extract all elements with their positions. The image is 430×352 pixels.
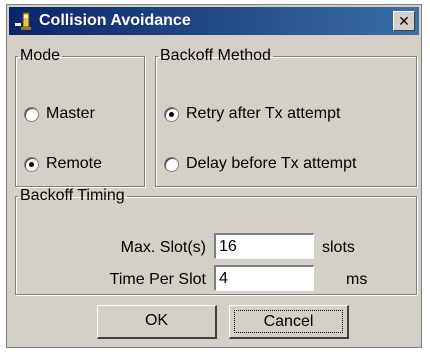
close-icon: ✕	[398, 13, 410, 29]
backoff-timing-legend: Backoff Timing	[20, 187, 125, 204]
retry-option[interactable]: Retry after Tx attempt	[164, 103, 340, 125]
ok-button[interactable]: OK	[97, 305, 217, 339]
collision-avoidance-dialog: Collision Avoidance ✕ Mode Master Remote…	[6, 4, 422, 348]
master-radio[interactable]	[24, 106, 39, 122]
ok-label: OK	[144, 312, 169, 329]
remote-label: Remote	[46, 155, 103, 172]
title-bar[interactable]: Collision Avoidance ✕	[9, 7, 419, 35]
backoff-method-legend: Backoff Method	[160, 47, 271, 64]
mode-master-option[interactable]: Master	[24, 103, 95, 125]
retry-label: Retry after Tx attempt	[186, 105, 341, 122]
close-button[interactable]: ✕	[393, 11, 415, 31]
max-slots-label: Max. Slot(s)	[120, 239, 206, 256]
window-title: Collision Avoidance	[39, 12, 191, 29]
mode-remote-option[interactable]: Remote	[24, 153, 102, 175]
remote-radio[interactable]	[24, 156, 39, 172]
retry-radio[interactable]	[164, 106, 179, 122]
backoff-timing-group: Backoff Timing Max. Slot(s) slots Time P…	[15, 187, 417, 295]
mode-legend: Mode	[20, 47, 61, 64]
max-slots-unit: slots	[322, 239, 355, 256]
delay-radio[interactable]	[164, 156, 179, 172]
delay-option[interactable]: Delay before Tx attempt	[164, 153, 356, 175]
delay-label: Delay before Tx attempt	[186, 155, 357, 172]
time-per-slot-input[interactable]	[214, 265, 314, 291]
master-label: Master	[46, 105, 95, 122]
cancel-button[interactable]: Cancel	[229, 305, 349, 339]
max-slots-input[interactable]	[214, 233, 314, 259]
time-per-slot-label: Time Per Slot	[109, 271, 206, 288]
mode-group: Mode Master Remote	[15, 47, 145, 187]
cancel-label: Cancel	[234, 310, 343, 333]
backoff-method-group: Backoff Method Retry after Tx attempt De…	[155, 47, 417, 187]
app-window-icon[interactable]	[15, 11, 35, 31]
time-per-slot-unit: ms	[346, 271, 368, 288]
